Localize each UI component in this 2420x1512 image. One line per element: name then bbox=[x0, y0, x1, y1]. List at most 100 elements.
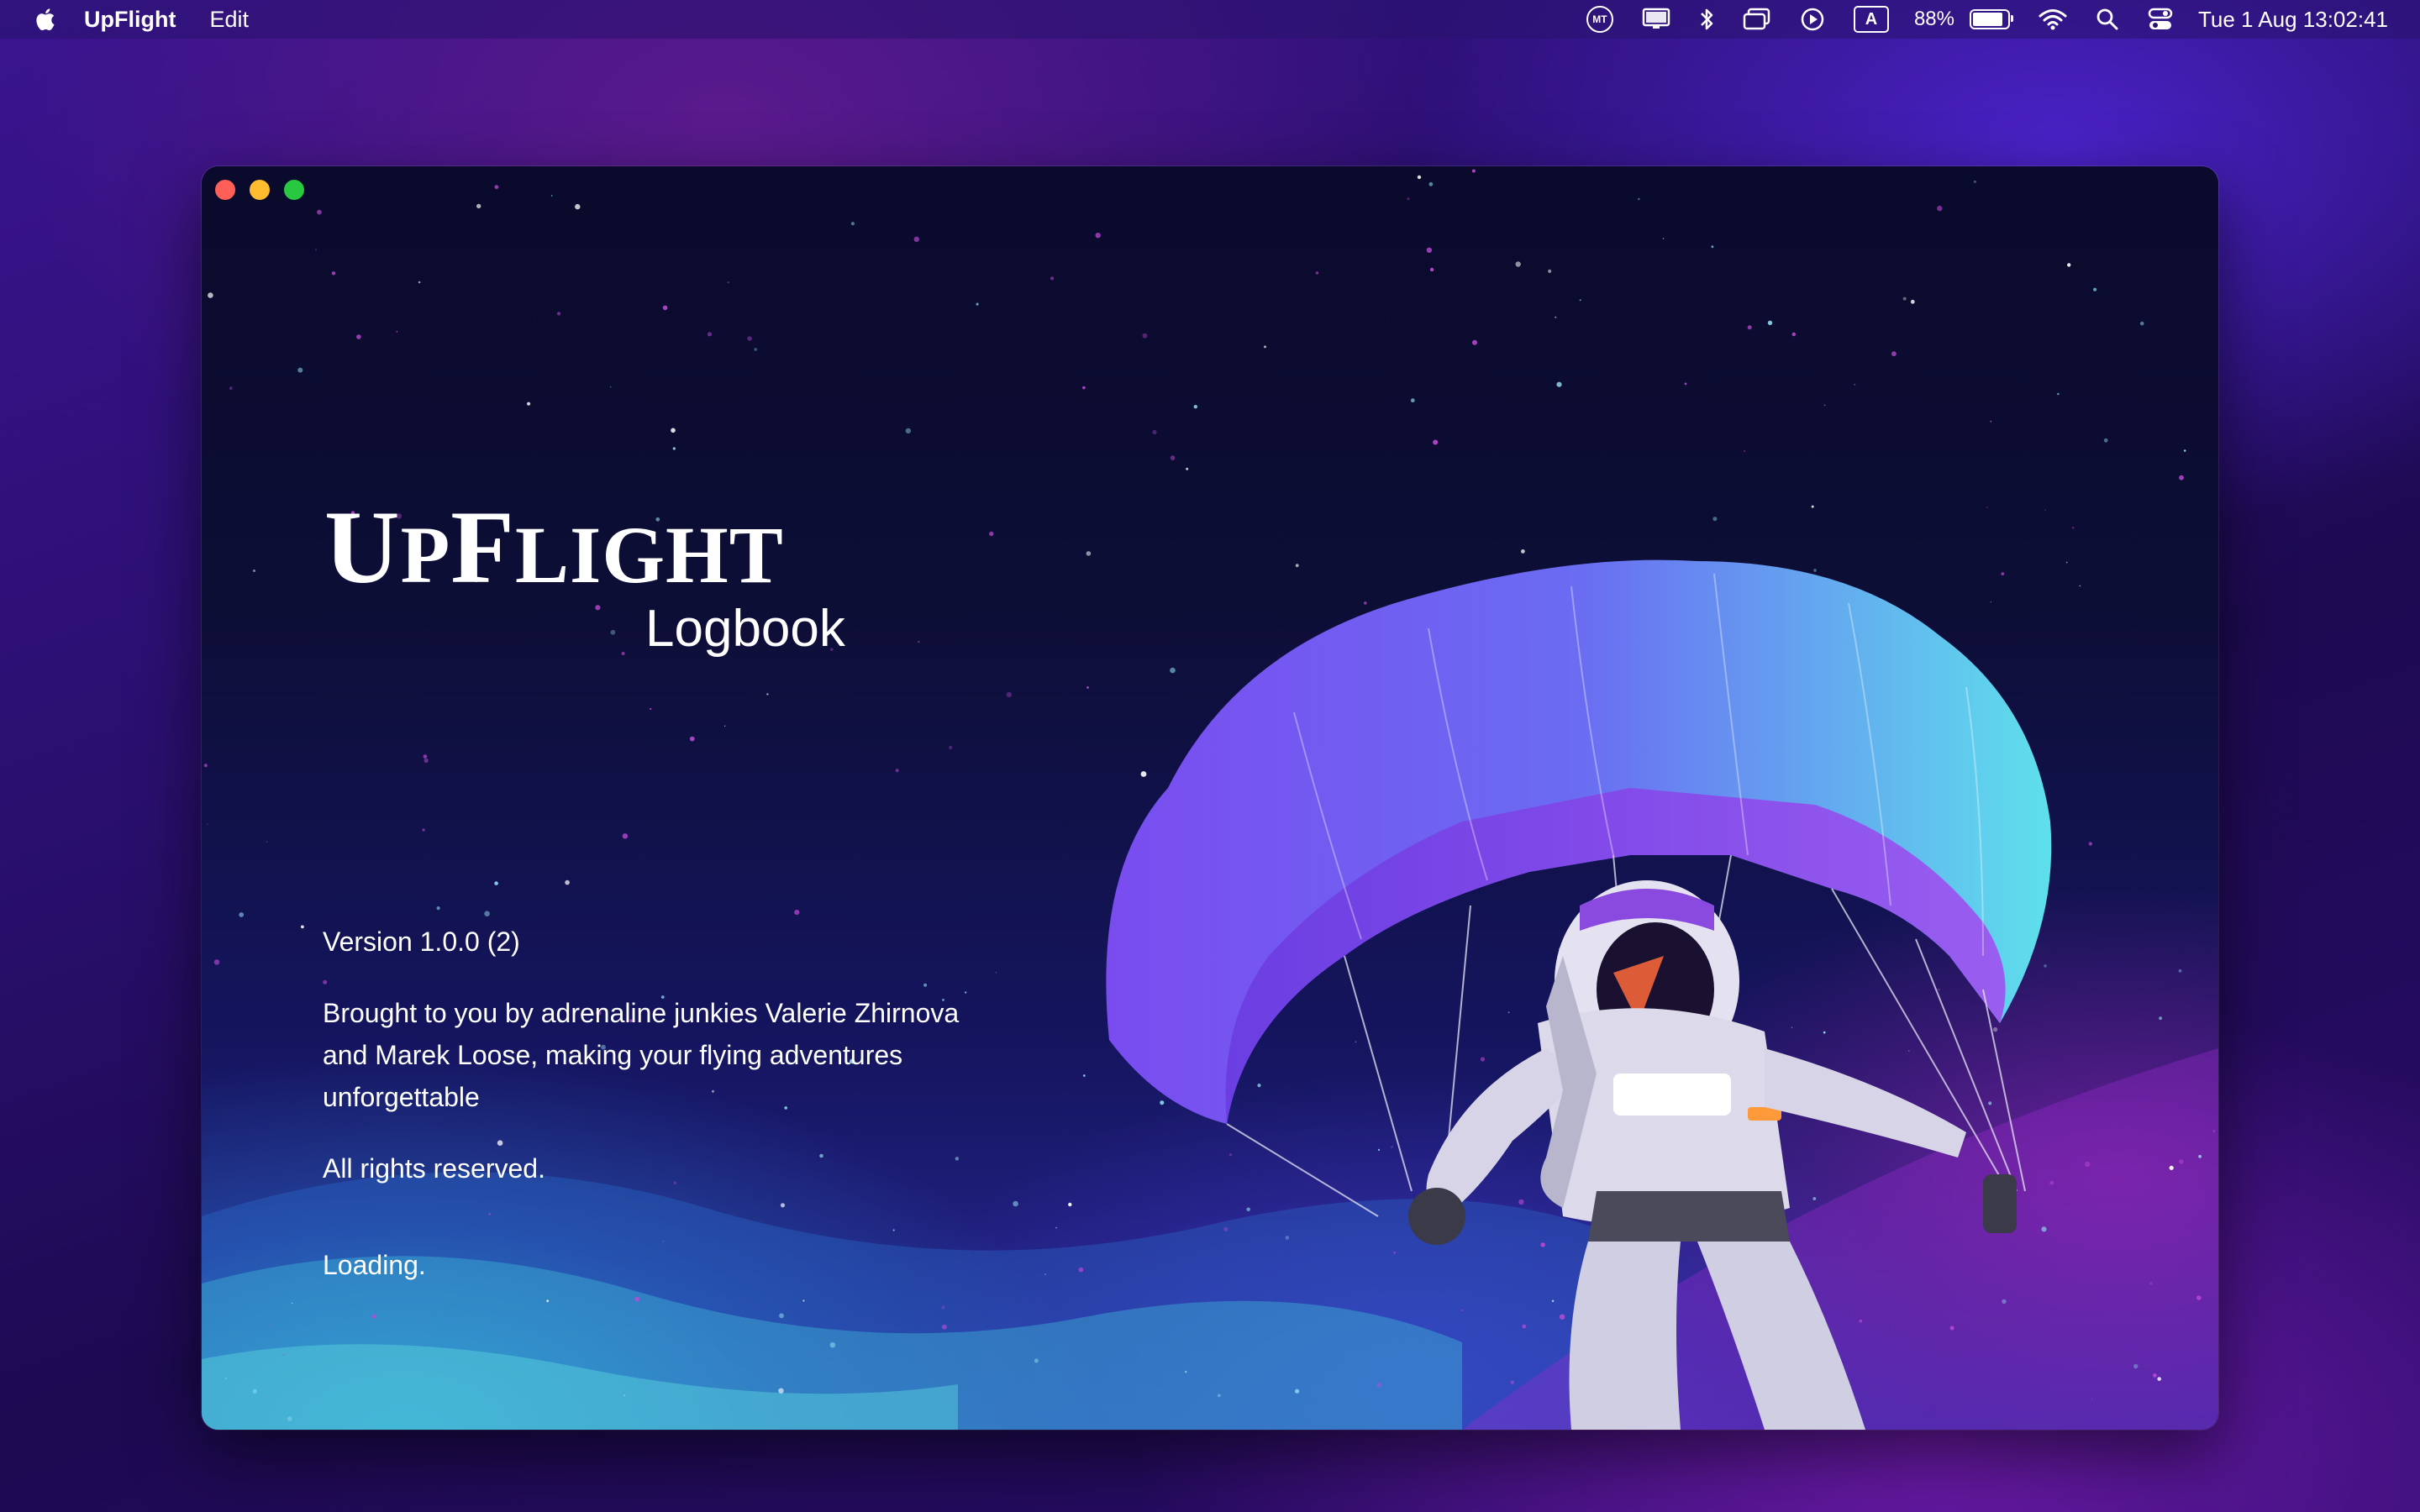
star bbox=[1854, 383, 1856, 386]
star bbox=[1428, 181, 1434, 186]
star bbox=[671, 428, 676, 433]
zoom-button[interactable] bbox=[284, 180, 304, 200]
star bbox=[1767, 320, 1773, 325]
mt-keyboard-icon[interactable]: MT bbox=[1586, 0, 1613, 39]
rights-text: All rights reserved. bbox=[323, 1153, 545, 1184]
apple-logo-icon[interactable] bbox=[34, 7, 55, 32]
star bbox=[794, 910, 800, 916]
star bbox=[995, 972, 997, 974]
menubar-clock[interactable]: Tue 1 Aug 13:02:41 bbox=[2198, 7, 2388, 33]
star bbox=[207, 823, 208, 825]
star bbox=[213, 959, 220, 965]
star bbox=[476, 203, 481, 209]
star bbox=[610, 629, 616, 635]
star bbox=[673, 1181, 676, 1184]
star bbox=[689, 736, 695, 742]
play-circle-icon[interactable] bbox=[1800, 0, 1825, 39]
star bbox=[1050, 276, 1055, 281]
control-center-icon[interactable] bbox=[2148, 0, 2173, 39]
star bbox=[955, 1157, 960, 1161]
star bbox=[497, 1140, 503, 1146]
star bbox=[2093, 287, 2097, 291]
window-stack-icon[interactable] bbox=[1743, 0, 1771, 39]
star bbox=[941, 1305, 945, 1310]
star bbox=[1638, 197, 1640, 201]
star bbox=[819, 1153, 823, 1158]
menu-app-name[interactable]: UpFlight bbox=[84, 7, 176, 33]
star bbox=[1429, 267, 1434, 272]
star bbox=[494, 881, 498, 885]
menu-edit[interactable]: Edit bbox=[209, 7, 249, 33]
star bbox=[634, 1296, 640, 1302]
star bbox=[727, 281, 729, 284]
wifi-icon[interactable] bbox=[2039, 0, 2067, 39]
title-letter-u: U bbox=[324, 490, 401, 605]
star bbox=[662, 1241, 664, 1242]
display-icon[interactable] bbox=[1642, 0, 1670, 39]
star bbox=[1472, 339, 1477, 345]
star bbox=[976, 302, 979, 306]
star bbox=[546, 1299, 550, 1303]
star bbox=[575, 203, 581, 210]
star bbox=[1747, 325, 1752, 330]
search-icon[interactable] bbox=[2096, 0, 2119, 39]
star bbox=[488, 1213, 491, 1215]
star bbox=[270, 1323, 271, 1325]
star bbox=[1013, 1200, 1018, 1207]
star bbox=[1973, 180, 1976, 183]
star bbox=[923, 983, 928, 987]
star bbox=[557, 312, 561, 316]
star bbox=[423, 754, 428, 759]
star bbox=[1662, 238, 1665, 239]
star bbox=[913, 236, 919, 242]
star bbox=[1902, 297, 1907, 301]
star bbox=[1823, 404, 1826, 407]
star bbox=[1407, 197, 1410, 201]
star bbox=[941, 1324, 947, 1330]
star bbox=[1711, 245, 1714, 249]
star bbox=[1095, 233, 1101, 239]
star bbox=[1086, 551, 1092, 556]
star bbox=[1548, 269, 1552, 273]
close-button[interactable] bbox=[215, 180, 235, 200]
title-letter-f: F bbox=[450, 490, 515, 605]
minimize-button[interactable] bbox=[250, 180, 270, 200]
star bbox=[1078, 1267, 1084, 1273]
star bbox=[253, 570, 255, 572]
star bbox=[396, 330, 398, 333]
star bbox=[1891, 351, 1897, 357]
star bbox=[622, 833, 629, 839]
star bbox=[778, 1388, 784, 1394]
star bbox=[672, 447, 676, 450]
star bbox=[802, 1299, 805, 1302]
star bbox=[1555, 316, 1557, 318]
star bbox=[2067, 263, 2071, 267]
star bbox=[565, 879, 570, 885]
star bbox=[317, 209, 322, 215]
star bbox=[1193, 405, 1198, 409]
star bbox=[252, 1389, 257, 1394]
input-source-icon[interactable]: A bbox=[1853, 0, 1889, 39]
star bbox=[1082, 386, 1086, 390]
star bbox=[650, 707, 652, 711]
star bbox=[287, 1416, 292, 1421]
star bbox=[779, 1313, 784, 1319]
star bbox=[747, 336, 752, 341]
battery-icon[interactable] bbox=[1969, 0, 2013, 39]
star bbox=[965, 991, 967, 994]
star bbox=[1990, 420, 1992, 423]
astronaut-parachute-illustration bbox=[1106, 559, 2052, 1430]
version-label: Version 1.0.0 (2) bbox=[323, 927, 520, 957]
window-controls bbox=[215, 180, 304, 200]
bluetooth-icon[interactable] bbox=[1699, 0, 1714, 39]
star bbox=[418, 281, 421, 284]
star bbox=[422, 828, 425, 832]
star bbox=[224, 1378, 227, 1379]
star bbox=[905, 428, 912, 434]
star bbox=[1426, 247, 1433, 253]
loading-status: Loading. bbox=[323, 1250, 426, 1280]
star bbox=[1471, 169, 1476, 173]
star bbox=[621, 652, 625, 655]
star bbox=[266, 841, 268, 843]
star bbox=[239, 912, 245, 917]
